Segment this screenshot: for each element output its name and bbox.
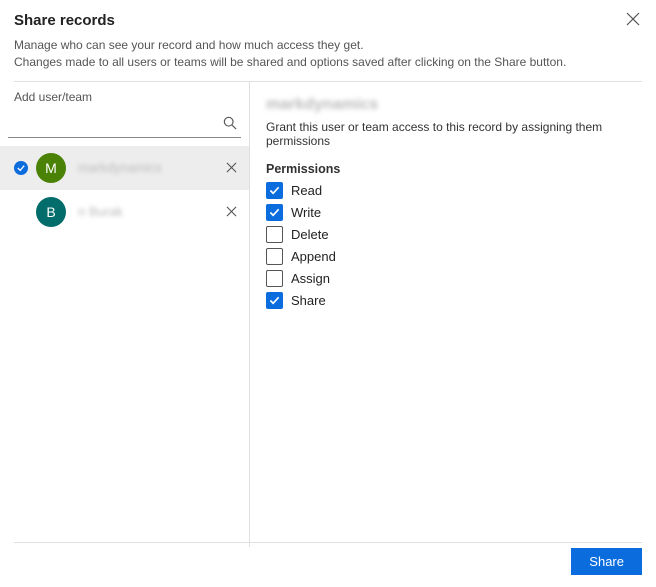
close-icon [226, 162, 237, 173]
close-icon [626, 12, 640, 26]
share-button[interactable]: Share [571, 548, 642, 575]
permission-label: Append [291, 249, 336, 264]
description-line-2: Changes made to all users or teams will … [14, 54, 642, 71]
permission-label: Delete [291, 227, 329, 242]
checkbox-read[interactable] [266, 182, 283, 199]
checkbox-share[interactable] [266, 292, 283, 309]
permission-label: Write [291, 205, 321, 220]
left-panel: Add user/team M markdynamics [0, 82, 250, 547]
user-list: M markdynamics B n Burak [0, 146, 249, 234]
permission-assign[interactable]: Assign [266, 270, 642, 287]
permission-write[interactable]: Write [266, 204, 642, 221]
grant-text: Grant this user or team access to this r… [266, 120, 642, 148]
user-row-1[interactable]: B n Burak [0, 190, 249, 234]
add-user-label: Add user/team [0, 82, 249, 110]
right-panel: markdynamics Grant this user or team acc… [250, 82, 656, 547]
permission-delete[interactable]: Delete [266, 226, 642, 243]
avatar: M [36, 153, 66, 183]
remove-user-button[interactable] [221, 158, 241, 178]
selected-user-heading: markdynamics [266, 96, 642, 114]
user-name: n Burak [78, 204, 221, 219]
permission-label: Read [291, 183, 322, 198]
user-name: markdynamics [78, 160, 221, 175]
check-icon [269, 185, 280, 196]
user-row-0[interactable]: M markdynamics [0, 146, 249, 190]
avatar: B [36, 197, 66, 227]
permission-append[interactable]: Append [266, 248, 642, 265]
selected-indicator-icon [14, 161, 28, 175]
close-icon [226, 206, 237, 217]
dialog-title: Share records [14, 12, 642, 29]
permission-share[interactable]: Share [266, 292, 642, 309]
description-line-1: Manage who can see your record and how m… [14, 37, 642, 54]
permission-label: Assign [291, 271, 330, 286]
permission-label: Share [291, 293, 326, 308]
check-icon [269, 295, 280, 306]
checkbox-assign[interactable] [266, 270, 283, 287]
search-input[interactable] [8, 110, 241, 136]
permission-read[interactable]: Read [266, 182, 642, 199]
checkbox-write[interactable] [266, 204, 283, 221]
check-icon [269, 207, 280, 218]
checkbox-delete[interactable] [266, 226, 283, 243]
search-icon[interactable] [223, 116, 237, 130]
permissions-heading: Permissions [266, 162, 642, 176]
checkbox-append[interactable] [266, 248, 283, 265]
remove-user-button[interactable] [221, 202, 241, 222]
close-button[interactable] [626, 12, 642, 28]
